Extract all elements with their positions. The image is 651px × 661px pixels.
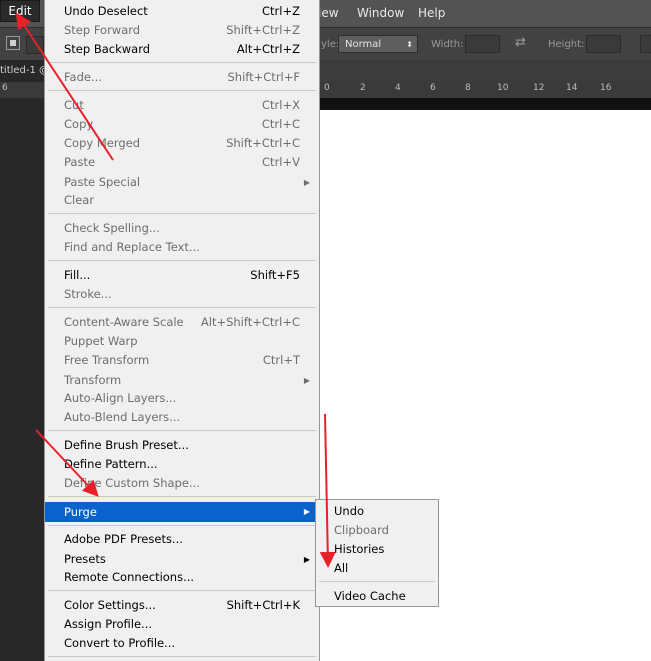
menu-item-adobe-pdf-presets[interactable]: Adobe PDF Presets...: [45, 530, 319, 549]
menu-item-clear[interactable]: Clear: [45, 191, 319, 210]
menu-separator: [48, 590, 316, 591]
menu-item-puppet-warp[interactable]: Puppet Warp: [45, 332, 319, 351]
menu-edit[interactable]: Edit: [0, 0, 40, 22]
submenu-arrow-icon: ▶: [303, 555, 310, 564]
submenu-arrow-icon: ▶: [303, 376, 310, 385]
ruler-label: 4: [395, 83, 401, 93]
menu-item-assign-profile[interactable]: Assign Profile...: [45, 615, 319, 634]
menu-item-define-brush[interactable]: Define Brush Preset...: [45, 436, 319, 455]
menu-item-auto-blend[interactable]: Auto-Blend Layers...: [45, 408, 319, 427]
purge-submenu: Undo Clipboard Histories All Video Cache: [315, 499, 439, 607]
purge-item-undo[interactable]: Undo: [316, 502, 438, 521]
menu-separator: [48, 260, 316, 261]
menu-item-stroke[interactable]: Stroke...: [45, 285, 319, 304]
menu-item-step-backward[interactable]: Step Backward Alt+Ctrl+Z: [45, 40, 319, 59]
menu-item-transform[interactable]: Transform ▶: [45, 371, 319, 390]
menu-item-step-forward[interactable]: Step Forward Shift+Ctrl+Z: [45, 21, 319, 40]
width-label: Width:: [431, 39, 464, 50]
submenu-arrow-icon: ▶: [303, 507, 310, 516]
menu-separator: [48, 430, 316, 431]
menu-item-fill[interactable]: Fill... Shift+F5: [45, 266, 319, 285]
menu-separator: [48, 307, 316, 308]
document-tab[interactable]: titled-1 @: [0, 60, 44, 82]
ruler-label: 6: [2, 83, 8, 93]
chevron-up-down-icon: ⬍: [406, 40, 413, 49]
menu-item-convert-profile[interactable]: Convert to Profile...: [45, 634, 319, 653]
menu-separator: [48, 90, 316, 91]
ruler-label: 0: [324, 83, 330, 93]
menu-separator: [48, 525, 316, 526]
swap-arrows-icon[interactable]: ⇄: [515, 35, 526, 50]
ruler-label: 6: [430, 83, 436, 93]
menu-item-undo[interactable]: Undo Deselect Ctrl+Z: [45, 2, 319, 21]
menu-item-find-replace[interactable]: Find and Replace Text...: [45, 238, 319, 257]
height-label: Height:: [548, 39, 585, 50]
ruler-label: 16: [600, 83, 612, 93]
menu-item-copy-merged[interactable]: Copy Merged Shift+Ctrl+C: [45, 134, 319, 153]
menu-item-copy[interactable]: Copy Ctrl+C: [45, 115, 319, 134]
menu-item-fade[interactable]: Fade... Shift+Ctrl+F: [45, 68, 319, 87]
menu-separator: [48, 656, 316, 657]
selection-mode-icon[interactable]: [26, 36, 44, 54]
menu-item-free-transform[interactable]: Free Transform Ctrl+T: [45, 351, 319, 370]
ruler-label: 2: [360, 83, 366, 93]
style-label: yle:: [321, 39, 340, 50]
purge-item-clipboard[interactable]: Clipboard: [316, 521, 438, 540]
menu-item-check-spelling[interactable]: Check Spelling...: [45, 219, 319, 238]
menu-item-purge[interactable]: Purge ▶: [45, 502, 319, 522]
menu-item-presets[interactable]: Presets ▶: [45, 550, 319, 569]
purge-item-all[interactable]: All: [316, 559, 438, 578]
menu-item-auto-align[interactable]: Auto-Align Layers...: [45, 389, 319, 408]
edit-menu: Undo Deselect Ctrl+Z Step Forward Shift+…: [44, 0, 320, 661]
ruler-label: 8: [465, 83, 471, 93]
menu-separator: [48, 62, 316, 63]
menu-separator: [48, 496, 316, 497]
menu-item-paste[interactable]: Paste Ctrl+V: [45, 153, 319, 172]
width-input[interactable]: [465, 35, 500, 53]
menu-item-paste-special[interactable]: Paste Special ▶: [45, 173, 319, 192]
menu-item-content-aware-scale[interactable]: Content-Aware Scale Alt+Shift+Ctrl+C: [45, 313, 319, 332]
menu-help[interactable]: Help: [418, 6, 445, 20]
height-input[interactable]: [586, 35, 621, 53]
menu-separator: [319, 581, 435, 582]
style-select-value: Normal: [345, 39, 382, 50]
refine-edge-button[interactable]: [640, 35, 651, 53]
menu-window[interactable]: Window: [357, 6, 404, 20]
purge-item-video-cache[interactable]: Video Cache: [316, 587, 438, 606]
purge-item-histories[interactable]: Histories: [316, 540, 438, 559]
menu-item-define-shape[interactable]: Define Custom Shape...: [45, 474, 319, 493]
menu-separator: [48, 213, 316, 214]
canvas-pasteboard: [0, 98, 44, 661]
menu-item-cut[interactable]: Cut Ctrl+X: [45, 96, 319, 115]
menu-item-remote-connections[interactable]: Remote Connections...: [45, 568, 319, 587]
submenu-arrow-icon: ▶: [303, 178, 310, 187]
marquee-tool-icon[interactable]: [6, 36, 20, 50]
style-select[interactable]: Normal ⬍: [338, 35, 418, 53]
ruler-label: 14: [566, 83, 578, 93]
ruler-label: 12: [533, 83, 545, 93]
menu-item-define-pattern[interactable]: Define Pattern...: [45, 455, 319, 474]
canvas-top-border: [318, 98, 651, 110]
menu-view[interactable]: iew: [318, 6, 339, 20]
menu-item-color-settings[interactable]: Color Settings... Shift+Ctrl+K: [45, 596, 319, 615]
ruler-label: 10: [497, 83, 509, 93]
